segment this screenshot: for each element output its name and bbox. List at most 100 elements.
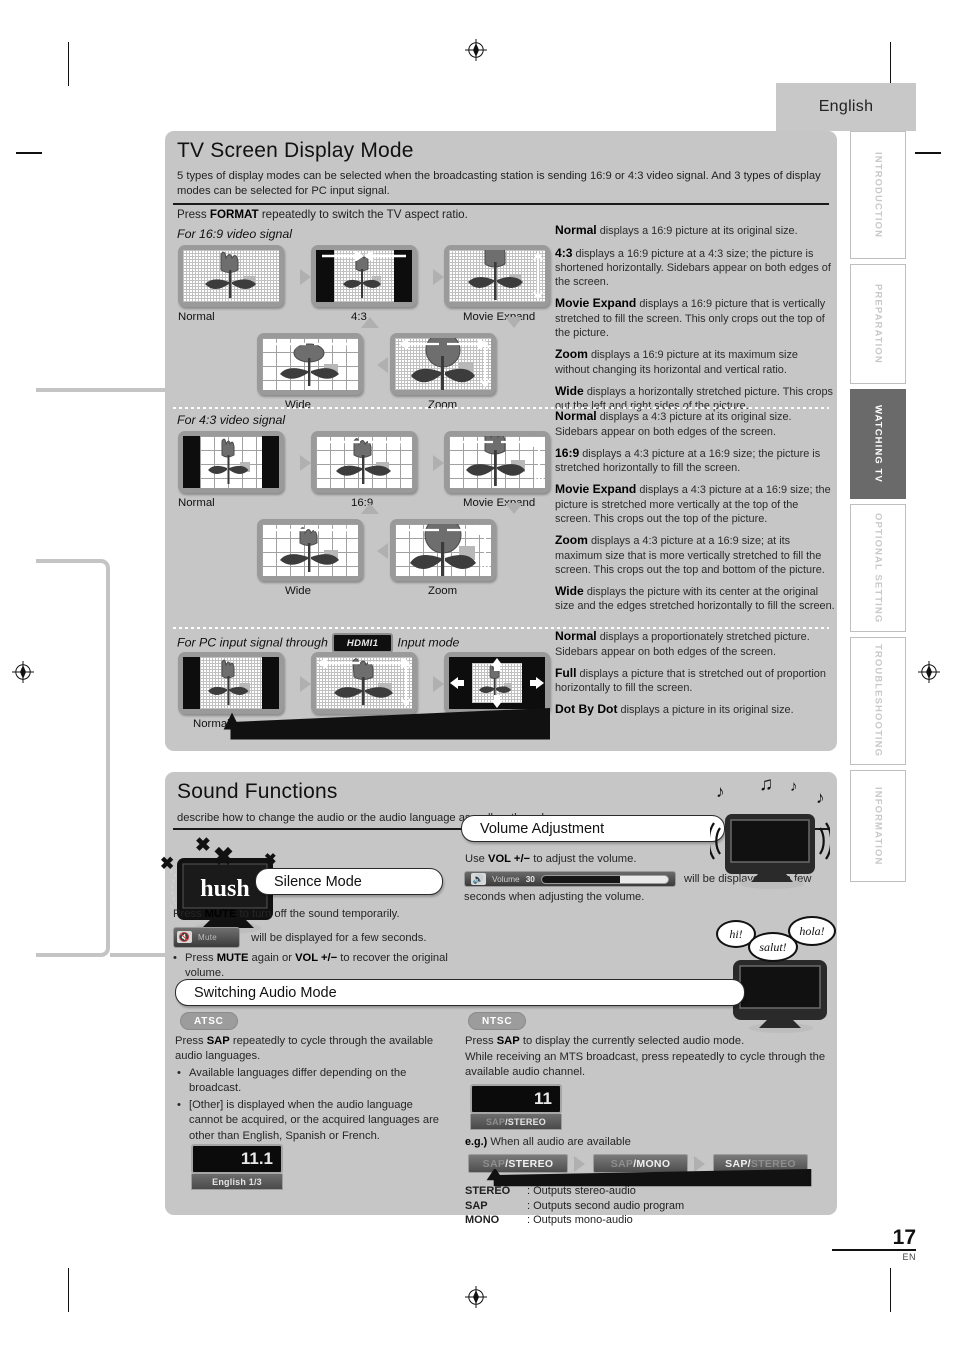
stretch-arrows-horizontal (399, 525, 487, 535)
language-tab-label: English (818, 98, 874, 115)
stretch-arrows-vertical (480, 340, 490, 388)
thumb-pc-normal (178, 652, 284, 714)
sidebar-item-preparation[interactable]: PREPARATION (850, 264, 906, 384)
registration-mark-left (12, 661, 34, 683)
thumb-16-9-zoom (390, 333, 496, 395)
desc-term: Wide (555, 383, 584, 398)
stretch-arrows-horizontal (263, 339, 357, 349)
volume-osd-bar (540, 874, 669, 884)
pc-heading-prefix: For PC input signal through (177, 635, 328, 650)
crop-mark-bottom-right (890, 1268, 892, 1312)
tv-screen (316, 657, 412, 709)
picture-area (449, 250, 545, 302)
music-note-icon: ♪ (716, 782, 725, 801)
silence-mode-bar[interactable]: Silence Mode (255, 868, 443, 895)
volume-tv-svg (707, 814, 833, 889)
desc-item: Movie Expand displays a 16:9 picture tha… (555, 296, 835, 340)
sidebar-item-optional-setting[interactable]: OPTIONAL SETTING (850, 504, 906, 632)
sap-key: SAP (496, 1035, 520, 1047)
volume-instruction: Use VOL +/− to adjust the volume. (465, 852, 715, 867)
sap-key: SAP (206, 1035, 230, 1047)
section-subtitle-screen: 5 types of display modes can be selected… (177, 170, 821, 197)
flow-arrow-right (433, 455, 444, 471)
thumb-label-4-3-zoom: Zoom (428, 585, 458, 597)
mute-x-icon: ✖ (213, 843, 234, 871)
ntsc-example-label: e.g.) When all audio are available (465, 1136, 631, 1148)
sidebar-item-introduction[interactable]: INTRODUCTION (850, 131, 906, 259)
mute-key: MUTE (216, 952, 249, 964)
flower-illustration (208, 438, 250, 484)
desc-item: Full displays a picture that is stretche… (555, 666, 837, 696)
page-number: 17 (892, 1225, 916, 1249)
sidebar-item-information[interactable]: INFORMATION (850, 770, 906, 882)
mute-instruction: Press MUTE to turn off the sound tempora… (173, 907, 463, 922)
stretch-arrows-horizontal (317, 658, 411, 668)
legend-row: STEREO: Outputs stereo-audio (465, 1184, 825, 1199)
desc-term: Wide (555, 583, 584, 598)
sidebar-item-troubleshooting[interactable]: TROUBLESHOOTING (850, 637, 906, 765)
thumb-label-16-9-normal: Normal (178, 311, 215, 323)
descriptions-16-9: Normal displays a 16:9 picture at its or… (555, 223, 835, 420)
mute-osd-note: will be displayed for a few seconds. (251, 931, 427, 944)
flow-arrow-right (300, 269, 311, 285)
desc-text: displays a 16:9 picture at a 4:3 size; t… (555, 247, 831, 289)
sidebar-item-label: PREPARATION (872, 284, 884, 364)
atsc-badge-label: ATSC (194, 1015, 224, 1027)
switching-audio-mode-bar[interactable]: Switching Audio Mode (175, 979, 745, 1006)
flow-arrow-right (300, 676, 311, 692)
mute-x-icon: ✖ (160, 854, 175, 873)
desc-text: displays a picture that is stretched out… (555, 667, 826, 695)
volume-adjustment-bar[interactable]: Volume Adjustment (461, 815, 725, 842)
atsc-bullet-text: [Other] is displayed when the audio lang… (189, 1099, 440, 1142)
speech-bubble-label: hola! (799, 923, 825, 938)
ntsc-osd: 11 SAP / STEREO (470, 1084, 562, 1130)
thumb-16-9-movie-expand (444, 245, 550, 307)
volume-instruction-suffix: to adjust the volume. (530, 853, 637, 865)
hdmi1-chip: HDMI1 (331, 633, 394, 653)
desc-item: Movie Expand displays a 4:3 picture at a… (555, 482, 837, 526)
bullet-prefix: Press (185, 952, 217, 964)
desc-item: Dot By Dot displays a picture in its ori… (555, 702, 837, 718)
picture-area (183, 250, 279, 302)
atsc-badge: ATSC (180, 1012, 238, 1030)
ntsc-badge: NTSC (468, 1012, 527, 1030)
thumb-pc-full (311, 652, 417, 714)
atsc-osd-language: English 1/3 (191, 1174, 283, 1190)
stretch-arrows-vertical (480, 526, 490, 574)
volume-tv-illustration (707, 792, 833, 892)
desc-term: Movie Expand (555, 482, 637, 497)
group-heading-4-3: For 4:3 video signal (177, 413, 286, 427)
volume-osd-note-b: seconds when adjusting the volume. (464, 891, 645, 903)
thumb-16-9-four-three (311, 245, 417, 307)
flow-arrow-left (377, 543, 388, 559)
stretch-arrows-horizontal (453, 437, 541, 447)
legend-row: SAP: Outputs second audio program (465, 1199, 825, 1214)
vol-key: VOL +/− (295, 952, 338, 964)
thumb-label-16-9-zoom: Zoom (428, 399, 458, 411)
flow-arrow-right (433, 676, 444, 692)
volume-osd-value: 30 (525, 874, 535, 884)
desc-term: Full (555, 665, 577, 680)
sound-functions-panel: Sound Functions describe how to change t… (160, 772, 837, 1226)
tv-screen (395, 338, 491, 390)
pc-heading-suffix: Input mode (397, 635, 460, 650)
atsc-osd-channel: 11.1 (191, 1144, 283, 1174)
desc-item: Normal displays a 16:9 picture at its or… (555, 223, 835, 239)
thumb-16-9-normal (178, 245, 284, 307)
dot-by-dot-arrows (450, 658, 544, 708)
thumb-label-4-3-normal: Normal (178, 497, 215, 509)
atsc-instruction: Press SAP repeatedly to cycle through th… (175, 1034, 443, 1065)
divider (173, 203, 829, 205)
descriptions-pc: Normal displays a proportionately stretc… (555, 629, 837, 725)
language-tab: English (776, 83, 916, 131)
section-index-tabs[interactable]: INTRODUCTION PREPARATION WATCHING TV OPT… (850, 131, 906, 887)
chip-sap: SAP (610, 1157, 634, 1170)
tv-screen (316, 436, 412, 488)
stretch-arrows-vertical (534, 438, 544, 486)
loop-back-arrow (223, 708, 550, 740)
flow-arrow-right (433, 269, 444, 285)
mute-osd-row: 🔇 Mute will be displayed for a few second… (173, 927, 473, 949)
atsc-osd: 11.1 English 1/3 (191, 1144, 283, 1190)
ntsc-instruction-suffix: to display the currently selected audio … (519, 1035, 745, 1047)
sidebar-item-watching-tv[interactable]: WATCHING TV (850, 389, 906, 499)
